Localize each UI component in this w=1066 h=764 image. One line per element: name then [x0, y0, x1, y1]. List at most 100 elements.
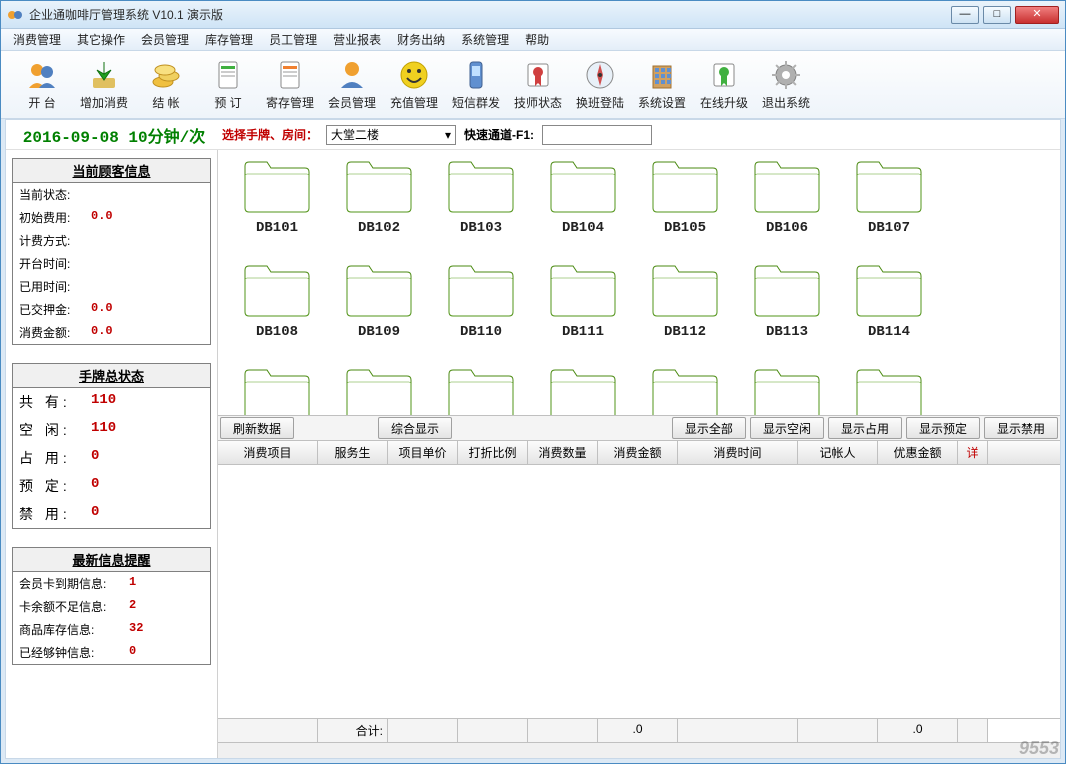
th-0[interactable]: 消费项目 — [218, 441, 318, 464]
th-2[interactable]: 项目单价 — [388, 441, 458, 464]
menu-会员管理[interactable]: 会员管理 — [133, 29, 197, 50]
folder-item[interactable]: DB116 — [328, 364, 430, 415]
th-3[interactable]: 打折比例 — [458, 441, 528, 464]
filter-btn-5[interactable]: 显示预定 — [906, 417, 980, 439]
tool-reserve[interactable]: 预 订 — [199, 56, 257, 114]
folder-icon — [241, 262, 313, 318]
badge-green-icon — [707, 58, 741, 92]
info-row: 当前状态: — [13, 183, 210, 206]
menu-员工管理[interactable]: 员工管理 — [261, 29, 325, 50]
folder-icon — [343, 262, 415, 318]
folder-item[interactable]: DB104 — [532, 156, 634, 260]
folder-item[interactable]: DB118 — [532, 364, 634, 415]
folder-item[interactable]: DB102 — [328, 156, 430, 260]
folder-item[interactable]: DB108 — [226, 260, 328, 364]
menu-系统管理[interactable]: 系统管理 — [453, 29, 517, 50]
folder-icon — [751, 366, 823, 415]
menu-消费管理[interactable]: 消费管理 — [5, 29, 69, 50]
tool-label: 会员管理 — [328, 94, 376, 111]
tool-upgrade[interactable]: 在线升级 — [695, 56, 753, 114]
th-4[interactable]: 消费数量 — [528, 441, 598, 464]
th-1[interactable]: 服务生 — [318, 441, 388, 464]
tool-shift[interactable]: 换班登陆 — [571, 56, 629, 114]
folder-item[interactable]: DB114 — [838, 260, 940, 364]
close-button[interactable]: ✕ — [1015, 6, 1059, 24]
folder-label: DB107 — [868, 220, 910, 236]
folder-item[interactable]: DB106 — [736, 156, 838, 260]
stat-row: 共 有:110 — [13, 388, 210, 416]
th-8[interactable]: 优惠金额 — [878, 441, 958, 464]
th-5[interactable]: 消费金额 — [598, 441, 678, 464]
menu-营业报表[interactable]: 营业报表 — [325, 29, 389, 50]
top-row: 2016-09-08 10分钟/次 选择手牌、房间： 大堂二楼 ▾ 快速通道-F… — [6, 120, 1060, 150]
doc-green-icon — [211, 58, 245, 92]
table-header: 消费项目服务生项目单价打折比例消费数量消费金额消费时间记帐人优惠金额详 — [218, 441, 1060, 465]
window-frame: 企业通咖啡厅管理系统 V10.1 演示版 — □ ✕ 消费管理其它操作会员管理库… — [0, 0, 1066, 764]
folder-item[interactable]: DB107 — [838, 156, 940, 260]
horizontal-scrollbar[interactable] — [218, 742, 1060, 758]
folder-item[interactable]: DB110 — [430, 260, 532, 364]
tool-deposit[interactable]: 寄存管理 — [261, 56, 319, 114]
folder-item[interactable]: DB113 — [736, 260, 838, 364]
th-7[interactable]: 记帐人 — [798, 441, 878, 464]
maximize-button[interactable]: □ — [983, 6, 1011, 24]
folder-item[interactable]: DB109 — [328, 260, 430, 364]
folder-icon — [853, 262, 925, 318]
tool-checkout[interactable]: 结 帐 — [137, 56, 195, 114]
sum-cell — [958, 719, 988, 742]
button-bar: 刷新数据 综合显示 显示全部显示空闲显示占用显示预定显示禁用 — [218, 415, 1060, 441]
filter-btn-2[interactable]: 显示全部 — [672, 417, 746, 439]
menu-其它操作[interactable]: 其它操作 — [69, 29, 133, 50]
tool-settings[interactable]: 系统设置 — [633, 56, 691, 114]
folder-item[interactable]: DB101 — [226, 156, 328, 260]
filter-btn-4[interactable]: 显示占用 — [828, 417, 902, 439]
folder-label: DB106 — [766, 220, 808, 236]
folder-item[interactable]: DB121 — [838, 364, 940, 415]
tool-sms[interactable]: 短信群发 — [447, 56, 505, 114]
info-row: 会员卡到期信息:1 — [13, 572, 210, 595]
folder-item[interactable]: DB111 — [532, 260, 634, 364]
filter-btn-0[interactable]: 刷新数据 — [220, 417, 294, 439]
tool-open-table[interactable]: 开 台 — [13, 56, 71, 114]
info-row: 已用时间: — [13, 275, 210, 298]
tool-exit[interactable]: 退出系统 — [757, 56, 815, 114]
stat-row: 禁 用:0 — [13, 500, 210, 528]
menubar: 消费管理其它操作会员管理库存管理员工管理营业报表财务出纳系统管理帮助 — [1, 29, 1065, 51]
room-select[interactable]: 大堂二楼 ▾ — [326, 125, 456, 145]
folder-item[interactable]: DB105 — [634, 156, 736, 260]
menu-帮助[interactable]: 帮助 — [517, 29, 557, 50]
phone-icon — [459, 58, 493, 92]
building-icon — [645, 58, 679, 92]
folder-item[interactable]: DB112 — [634, 260, 736, 364]
sum-cell — [388, 719, 458, 742]
sum-cell — [458, 719, 528, 742]
menu-库存管理[interactable]: 库存管理 — [197, 29, 261, 50]
tool-tech-status[interactable]: 技师状态 — [509, 56, 567, 114]
stat-row: 空 闲:110 — [13, 416, 210, 444]
arrow-down-icon — [87, 58, 121, 92]
folder-item[interactable]: DB119 — [634, 364, 736, 415]
folder-label: DB108 — [256, 324, 298, 340]
menu-财务出纳[interactable]: 财务出纳 — [389, 29, 453, 50]
info-row: 已交押金:0.0 — [13, 298, 210, 321]
tool-add-consume[interactable]: 增加消费 — [75, 56, 133, 114]
filter-btn-1[interactable]: 综合显示 — [378, 417, 452, 439]
minimize-button[interactable]: — — [951, 6, 979, 24]
folder-item[interactable]: DB117 — [430, 364, 532, 415]
filter-btn-3[interactable]: 显示空闲 — [750, 417, 824, 439]
content-area: 2016-09-08 10分钟/次 选择手牌、房间： 大堂二楼 ▾ 快速通道-F… — [5, 119, 1061, 759]
th-6[interactable]: 消费时间 — [678, 441, 798, 464]
filter-btn-6[interactable]: 显示禁用 — [984, 417, 1058, 439]
quick-label: 快速通道-F1: — [460, 126, 538, 143]
folder-item[interactable]: DB103 — [430, 156, 532, 260]
folder-item[interactable]: DB120 — [736, 364, 838, 415]
tool-member[interactable]: 会员管理 — [323, 56, 381, 114]
app-icon — [7, 7, 23, 23]
tool-recharge[interactable]: 充值管理 — [385, 56, 443, 114]
folder-icon — [649, 262, 721, 318]
tool-label: 结 帐 — [152, 94, 179, 111]
th-9[interactable]: 详 — [958, 441, 988, 464]
quick-input[interactable] — [542, 125, 652, 145]
folder-item[interactable]: DB115 — [226, 364, 328, 415]
toolbar: 开 台增加消费结 帐 预 订寄存管理会员管理充值管理短信群发技师状态换班登陆系统设… — [1, 51, 1065, 119]
